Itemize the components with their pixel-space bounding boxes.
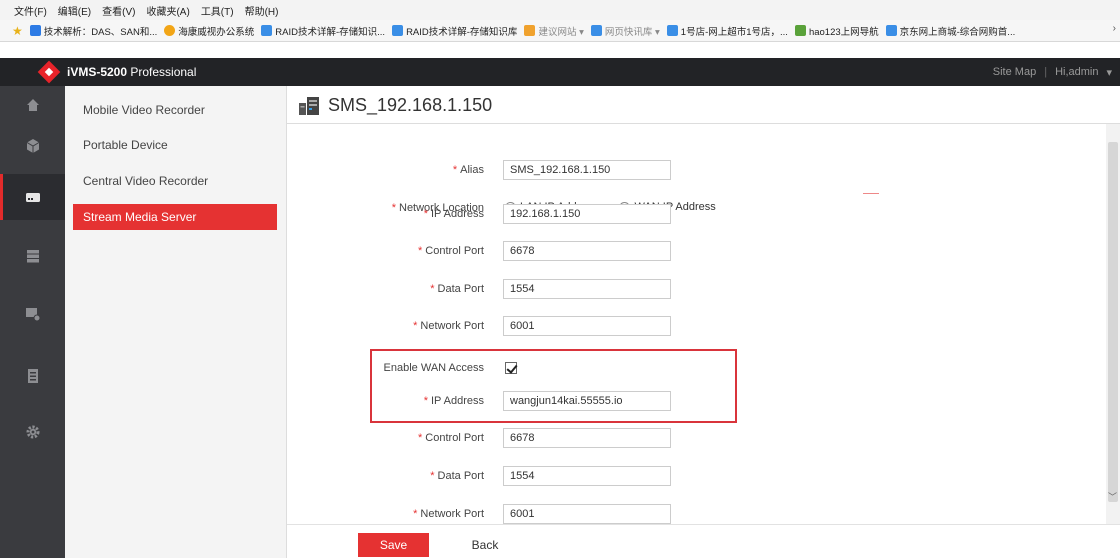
form-scrollbar[interactable]: ︿ ﹀	[1106, 124, 1120, 524]
favorite-link[interactable]: 技术解析：DAS、SAN和...	[29, 24, 157, 38]
favorite-link[interactable]: 京东网上商城-综合网购首...	[885, 24, 1015, 38]
cube-icon	[26, 139, 39, 153]
data-port-row: * Data Port	[287, 279, 1087, 301]
nav-rail	[0, 86, 65, 558]
network-port-input[interactable]	[503, 316, 671, 336]
favorite-link[interactable]: 网页快讯库 ▾	[590, 24, 660, 38]
wan-ip-address-label: * IP Address	[423, 395, 484, 407]
home-icon	[26, 99, 39, 111]
wan-network-port-input[interactable]	[503, 504, 671, 524]
favorite-link[interactable]: hao123上网导航	[794, 24, 879, 38]
ip-address-input[interactable]	[503, 204, 671, 224]
hikvision-logo-icon	[37, 60, 61, 84]
wan-data-port-input[interactable]	[503, 466, 671, 486]
favorite-link[interactable]: 1号店-网上超市1号店，...	[666, 24, 788, 38]
chevron-down-icon[interactable]: ▾	[1106, 66, 1112, 79]
back-button[interactable]: Back	[462, 533, 508, 557]
device-submenu: Mobile Video Recorder Portable Device Ce…	[65, 86, 287, 558]
chevron-down-icon[interactable]: ﹀	[1108, 490, 1117, 503]
gear-icon	[26, 425, 39, 439]
ip-address-label: * IP Address	[423, 208, 484, 220]
ie-page-icon	[590, 25, 602, 36]
monitor-settings-icon	[25, 308, 40, 322]
main-content: SMS_192.168.1.150 *Alias *Network Locati…	[287, 86, 1120, 558]
alias-input[interactable]	[503, 160, 671, 180]
app-window: 文件(F) 编辑(E) 查看(V) 收藏夹(A) 工具(T) 帮助(H) ★ 技…	[0, 0, 1120, 558]
decorative-dash	[863, 193, 879, 194]
network-port-label: * Network Port	[413, 320, 484, 332]
control-port-label: * Control Port	[418, 245, 484, 257]
rail-item-resources[interactable]	[0, 126, 65, 166]
wan-network-port-label: * Network Port	[413, 508, 484, 520]
rail-item-device[interactable]	[0, 174, 65, 220]
control-port-row: * Control Port	[287, 241, 1087, 263]
menu-edit[interactable]: 编辑(E)	[58, 3, 91, 18]
stream-server-icon	[299, 97, 319, 115]
alias-label: * Alias	[452, 164, 484, 176]
hao123-icon	[794, 25, 806, 36]
form-footer: Save Back	[287, 524, 1120, 558]
rail-item-settings[interactable]	[0, 412, 65, 452]
network-port-row: * Network Port	[287, 316, 1087, 338]
rail-item-storage[interactable]	[0, 236, 65, 276]
wan-data-port-row: * Data Port	[287, 466, 1087, 488]
site-map-link[interactable]: Site Map	[993, 66, 1036, 79]
ie-page-icon	[885, 25, 897, 36]
wan-control-port-input[interactable]	[503, 428, 671, 448]
ip-address-row: * IP Address	[287, 204, 1087, 226]
favorite-link[interactable]: 建议网站 ▾	[524, 24, 584, 38]
server-icon	[26, 250, 39, 263]
bookmark-icon	[164, 25, 176, 36]
ie-page-icon	[392, 25, 404, 36]
browser-menu-bar: 文件(F) 编辑(E) 查看(V) 收藏夹(A) 工具(T) 帮助(H)	[0, 0, 1120, 20]
rail-item-monitor[interactable]	[0, 294, 65, 334]
favorites-more-icon[interactable]: ›	[1113, 23, 1116, 34]
log-icon	[27, 369, 38, 383]
rail-item-log[interactable]	[0, 356, 65, 396]
ie-page-icon	[666, 25, 678, 36]
wan-ip-address-row: * IP Address	[287, 391, 1087, 413]
wan-control-port-label: * Control Port	[418, 432, 484, 444]
menu-help[interactable]: 帮助(H)	[245, 3, 279, 18]
scroll-thumb[interactable]	[1108, 142, 1118, 502]
device-icon	[25, 193, 40, 202]
favorites-bar: ★ 技术解析：DAS、SAN和... 海康威视办公系统 RAID技术详解-存储知…	[0, 20, 1120, 42]
enable-wan-label: Enable WAN Access	[383, 362, 484, 374]
submenu-item-stream-media-server[interactable]: Stream Media Server	[73, 204, 277, 230]
header-right: Site Map | Hi,admin ▾	[993, 66, 1112, 79]
bookmark-icon	[29, 25, 41, 36]
favorite-link[interactable]: 海康威视办公系统	[164, 24, 254, 38]
data-port-input[interactable]	[503, 279, 671, 299]
wan-control-port-row: * Control Port	[287, 428, 1087, 450]
enable-wan-row: Enable WAN Access	[287, 358, 1087, 380]
save-button[interactable]: Save	[358, 533, 429, 557]
control-port-input[interactable]	[503, 241, 671, 261]
favorite-link[interactable]: RAID技术详解-存储知识...	[261, 24, 385, 38]
data-port-label: * Data Port	[430, 283, 484, 295]
page-header: SMS_192.168.1.150	[287, 86, 1120, 124]
rail-item-home[interactable]	[0, 86, 65, 124]
favorites-star-icon[interactable]: ★	[12, 24, 23, 38]
user-menu[interactable]: Hi,admin	[1055, 66, 1098, 79]
ie-page-icon	[261, 25, 273, 36]
wan-ip-address-input[interactable]	[503, 391, 671, 411]
menu-favorites[interactable]: 收藏夹(A)	[146, 3, 189, 18]
menu-view[interactable]: 查看(V)	[102, 3, 135, 18]
alias-row: * Alias	[287, 160, 1087, 182]
wan-data-port-label: * Data Port	[430, 470, 484, 482]
page-title: SMS_192.168.1.150	[328, 95, 493, 115]
app-title: iVMS-5200 Professional	[67, 65, 197, 79]
app-header: iVMS-5200 Professional Site Map | Hi,adm…	[0, 58, 1120, 86]
menu-file[interactable]: 文件(F)	[14, 3, 47, 18]
suggested-sites-icon	[524, 25, 536, 36]
enable-wan-checkbox[interactable]	[505, 362, 517, 374]
menu-tools[interactable]: 工具(T)	[201, 3, 234, 18]
favorite-link[interactable]: RAID技术详解-存储知识库	[392, 24, 517, 38]
header-separator: |	[1044, 66, 1048, 78]
wan-network-port-row: * Network Port	[287, 504, 1087, 526]
